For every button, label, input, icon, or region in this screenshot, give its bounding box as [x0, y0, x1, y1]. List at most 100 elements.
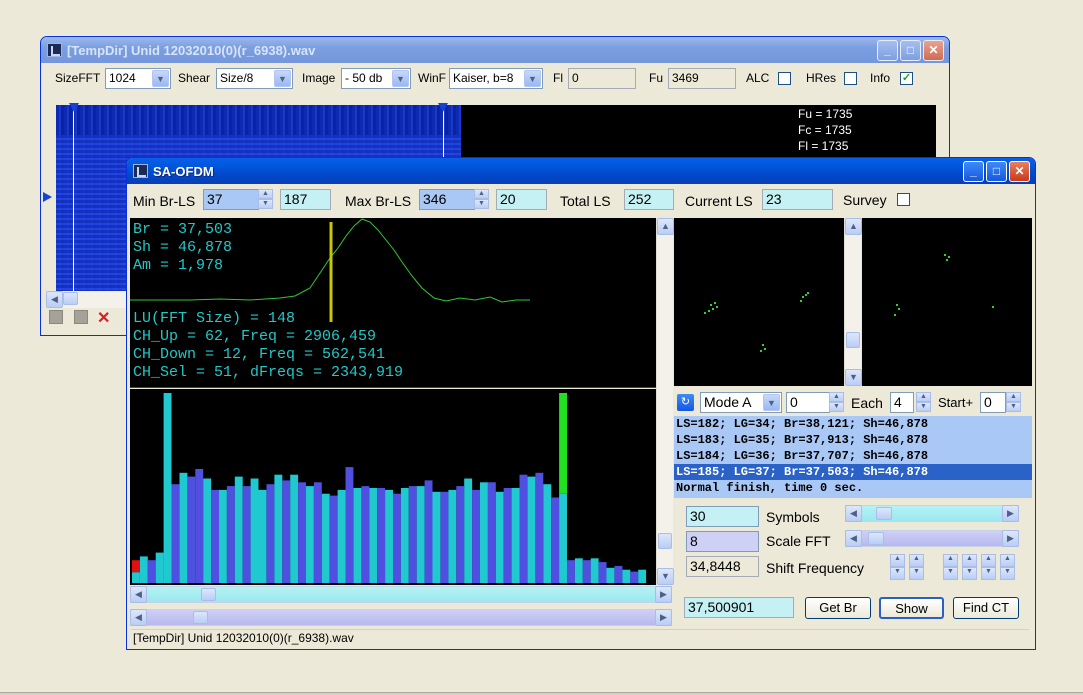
spin-down-icon[interactable]: ▼ [943, 567, 958, 580]
maximize-icon[interactable]: □ [900, 40, 921, 61]
max-br-ls-spinner[interactable]: ▲ ▼ [474, 189, 489, 210]
shift-spinner-2[interactable]: ▲ ▼ [909, 554, 924, 580]
list-item[interactable]: LS=183; LG=35; Br=37,913; Sh=46,878 [674, 432, 1024, 448]
level-marker-icon[interactable] [43, 192, 52, 202]
shift-spinner-4[interactable]: ▲ ▼ [962, 554, 977, 580]
spin-down-icon[interactable]: ▼ [890, 567, 905, 580]
scroll-thumb[interactable] [658, 533, 672, 549]
spin-down-icon[interactable]: ▼ [474, 199, 489, 209]
chevron-down-icon[interactable]: ▼ [763, 394, 780, 411]
tool-icon[interactable] [49, 310, 63, 324]
fl-field[interactable]: 0 [568, 68, 636, 89]
scroll-thumb[interactable] [846, 332, 860, 348]
refresh-icon[interactable]: ↻ [677, 394, 694, 411]
shear-select[interactable]: Size/8 ▼ [216, 68, 293, 89]
scroll-thumb[interactable] [193, 611, 208, 624]
spin-up-icon[interactable]: ▲ [943, 554, 958, 567]
start-spinner[interactable]: ▲ ▼ [1006, 392, 1021, 413]
max-br-ls-field[interactable]: 346 [419, 189, 475, 210]
hres-checkbox[interactable] [844, 72, 857, 85]
minimize-icon[interactable]: _ [963, 161, 984, 182]
spectrum-hscroll[interactable]: ◀ [46, 291, 126, 308]
info-checkbox[interactable]: ✓ [900, 72, 913, 85]
symbols-field[interactable]: 30 [686, 506, 759, 527]
mode-number-field[interactable]: 0 [786, 392, 830, 413]
min-br-ls-field[interactable]: 37 [203, 189, 259, 210]
constellation-plot-right[interactable] [862, 218, 1032, 386]
spin-down-icon[interactable]: ▼ [981, 567, 996, 580]
spin-up-icon[interactable]: ▲ [1000, 554, 1015, 567]
min-br-ls-spinner[interactable]: ▲ ▼ [258, 189, 273, 210]
find-ct-button[interactable]: Find CT [953, 597, 1019, 619]
spin-down-icon[interactable]: ▼ [962, 567, 977, 580]
scroll-up-icon[interactable]: ▲ [657, 218, 674, 235]
results-list[interactable]: LS=182; LG=34; Br=38,121; Sh=46,878 LS=1… [674, 416, 1032, 498]
constellation-plot-left[interactable] [674, 218, 844, 386]
chevron-down-icon[interactable]: ▼ [392, 70, 409, 87]
spin-down-icon[interactable]: ▼ [258, 199, 273, 209]
chart-hscroll[interactable]: ◀ ▶ [130, 586, 672, 603]
scroll-right-icon[interactable]: ▶ [655, 586, 672, 603]
spin-up-icon[interactable]: ▲ [474, 189, 489, 199]
shift-spinner-1[interactable]: ▲ ▼ [890, 554, 905, 580]
scroll-left-icon[interactable]: ◀ [130, 609, 147, 626]
scroll-left-icon[interactable]: ◀ [130, 586, 147, 603]
show-button[interactable]: Show [879, 597, 944, 619]
spin-down-icon[interactable]: ▼ [829, 402, 844, 412]
scroll-down-icon[interactable]: ▼ [657, 568, 674, 585]
list-item-selected[interactable]: LS=185; LG=37; Br=37,503; Sh=46,878 [674, 464, 1032, 480]
channel-spectrum-chart[interactable] [130, 389, 656, 585]
minimize-icon[interactable]: _ [877, 40, 898, 61]
upper-marker-handle-icon[interactable] [438, 103, 448, 112]
spin-down-icon[interactable]: ▼ [909, 567, 924, 580]
scroll-thumb[interactable] [201, 588, 216, 601]
survey-checkbox[interactable] [897, 193, 910, 206]
scroll-right-icon[interactable]: ▶ [1002, 530, 1019, 547]
slider-thumb[interactable] [876, 507, 892, 520]
spin-up-icon[interactable]: ▲ [258, 189, 273, 199]
spin-down-icon[interactable]: ▼ [916, 402, 931, 412]
shift-spinner-3[interactable]: ▲ ▼ [943, 554, 958, 580]
spectrum-window-titlebar[interactable]: [TempDir] Unid 12032010(0)(r_6938).wav _… [41, 37, 949, 63]
lower-freq-marker[interactable] [73, 105, 74, 295]
close-icon[interactable]: ✕ [1009, 161, 1030, 182]
spin-up-icon[interactable]: ▲ [890, 554, 905, 567]
shift-spinner-6[interactable]: ▲ ▼ [1000, 554, 1015, 580]
correlation-plot[interactable]: Br = 37,503 Sh = 46,878 Am = 1,978 LU(FF… [130, 218, 656, 388]
spin-down-icon[interactable]: ▼ [1006, 402, 1021, 412]
scroll-left-icon[interactable]: ◀ [845, 530, 862, 547]
list-item[interactable]: Normal finish, time 0 sec. [674, 480, 1024, 496]
scale-fft-field[interactable]: 8 [686, 531, 759, 552]
image-select[interactable]: - 50 db ▼ [341, 68, 411, 89]
spin-up-icon[interactable]: ▲ [829, 392, 844, 402]
list-item[interactable]: LS=184; LG=36; Br=37,707; Sh=46,878 [674, 448, 1024, 464]
list-item[interactable]: LS=182; LG=34; Br=38,121; Sh=46,878 [674, 416, 1024, 432]
scroll-right-icon[interactable]: ▶ [655, 609, 672, 626]
lower-marker-handle-icon[interactable] [69, 103, 79, 112]
scroll-left-icon[interactable]: ◀ [46, 291, 63, 308]
maximize-icon[interactable]: □ [986, 161, 1007, 182]
mode-number-spinner[interactable]: ▲ ▼ [829, 392, 844, 413]
chevron-down-icon[interactable]: ▼ [524, 70, 541, 87]
sa-ofdm-titlebar[interactable]: SA-OFDM _ □ ✕ [127, 158, 1035, 184]
spin-up-icon[interactable]: ▲ [1006, 392, 1021, 402]
scroll-down-icon[interactable]: ▼ [845, 369, 862, 386]
plots-vscroll[interactable]: ▲ ▼ [656, 218, 674, 585]
shift-spinner-5[interactable]: ▲ ▼ [981, 554, 996, 580]
scroll-thumb[interactable] [63, 292, 78, 305]
spin-up-icon[interactable]: ▲ [981, 554, 996, 567]
close-icon[interactable]: ✕ [923, 40, 944, 61]
get-br-button[interactable]: Get Br [805, 597, 871, 619]
view-hscroll[interactable]: ◀ ▶ [130, 609, 672, 626]
each-field[interactable]: 4 [890, 392, 914, 413]
sizefft-select[interactable]: 1024 ▼ [105, 68, 171, 89]
chevron-down-icon[interactable]: ▼ [152, 70, 169, 87]
chevron-down-icon[interactable]: ▼ [274, 70, 291, 87]
spin-up-icon[interactable]: ▲ [916, 392, 931, 402]
scroll-left-icon[interactable]: ◀ [845, 505, 862, 522]
delete-icon[interactable]: ✕ [97, 308, 110, 328]
mode-select[interactable]: Mode A ▼ [700, 392, 782, 413]
tool-icon[interactable] [74, 310, 88, 324]
scroll-right-icon[interactable]: ▶ [1002, 505, 1019, 522]
spin-up-icon[interactable]: ▲ [909, 554, 924, 567]
